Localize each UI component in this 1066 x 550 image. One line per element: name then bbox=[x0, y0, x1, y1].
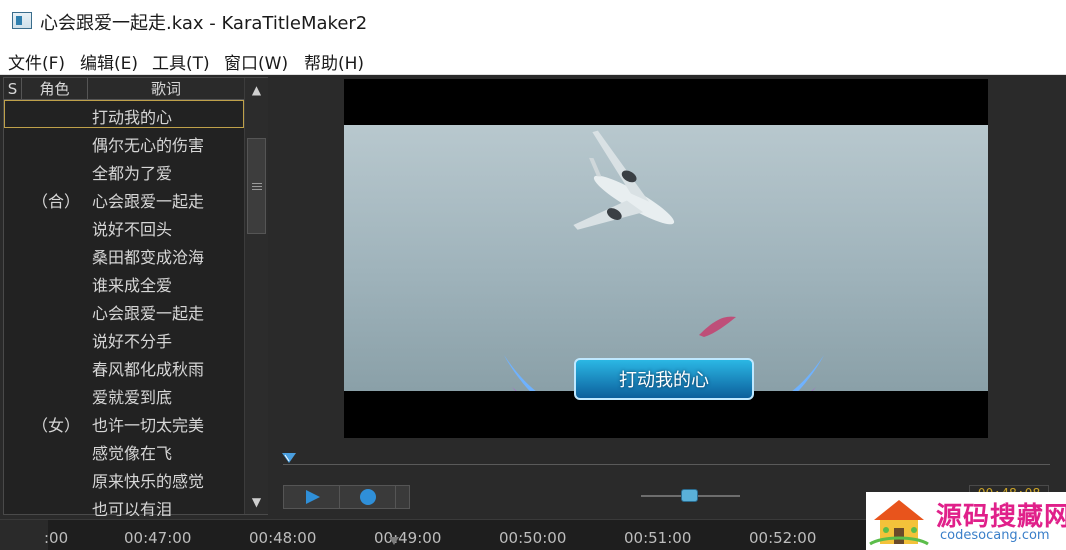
grip-icon bbox=[252, 183, 262, 184]
video-preview: 打动我的心 bbox=[344, 79, 988, 438]
timeline-track[interactable] bbox=[283, 464, 1050, 465]
lyric-row[interactable]: 也可以有泪 bbox=[4, 492, 244, 516]
volume-slider-knob[interactable] bbox=[681, 489, 698, 502]
lyric-row[interactable]: 说好不回头 bbox=[4, 212, 244, 240]
lyric-text: 打动我的心 bbox=[92, 108, 173, 127]
column-s[interactable]: S bbox=[4, 78, 22, 100]
tick-label: 00:51:00 bbox=[624, 529, 692, 547]
menu-bar: 文件(F) 编辑(E) 工具(T) 窗口(W) 帮助(H) bbox=[0, 44, 1066, 75]
scroll-up-icon[interactable]: ▲ bbox=[245, 78, 268, 102]
lyric-role: （女） bbox=[31, 416, 80, 435]
menu-file[interactable]: 文件(F) bbox=[8, 49, 65, 74]
lyric-text: 偶尔无心的伤害 bbox=[92, 136, 205, 155]
lyric-list: 打动我的心偶尔无心的伤害 全都为了爱 （合） 心会跟爱一起走 说好不回头桑田都变成沧海谁… bbox=[4, 100, 244, 516]
scroll-down-icon[interactable]: ▼ bbox=[245, 490, 268, 514]
watermark-url: codesocang.com bbox=[940, 528, 1050, 543]
tick-label: 00:49:00 bbox=[374, 529, 442, 547]
lyric-row[interactable]: 感觉像在飞 bbox=[4, 436, 244, 464]
lyric-row[interactable]: 爱就爱到底 bbox=[4, 380, 244, 408]
column-role[interactable]: 角色 bbox=[22, 78, 88, 100]
stop-button[interactable] bbox=[340, 486, 396, 508]
lyric-row[interactable]: 原来快乐的感觉 bbox=[4, 464, 244, 492]
window-title: 心会跟爱一起走.kax - KaraTitleMaker2 bbox=[40, 13, 368, 34]
tick-label: 00:50:00 bbox=[499, 529, 567, 547]
watermark: 源码搜藏网 codesocang.com bbox=[866, 492, 1066, 550]
lyric-text: 爱就爱到底 bbox=[92, 388, 173, 407]
video-scene bbox=[344, 125, 988, 391]
lyric-text: 全都为了爱 bbox=[92, 164, 173, 183]
tick-label: 00:47:00 bbox=[124, 529, 192, 547]
lyric-text: 说好不分手 bbox=[92, 332, 173, 351]
transport-controls bbox=[283, 485, 410, 509]
lyric-row[interactable]: （合） 心会跟爱一起走 bbox=[4, 184, 244, 212]
tick-label: 00:52:00 bbox=[749, 529, 817, 547]
lyric-row[interactable]: 心会跟爱一起走 bbox=[4, 296, 244, 324]
lyric-row[interactable]: 春风都化成秋雨 bbox=[4, 352, 244, 380]
lyric-text: 也可以有泪 bbox=[92, 500, 173, 516]
lyric-row[interactable]: 偶尔无心的伤害 bbox=[4, 128, 244, 156]
title-bar: 心会跟爱一起走.kax - KaraTitleMaker2 bbox=[0, 0, 1066, 44]
karaoke-caption: 打动我的心 bbox=[574, 358, 754, 400]
lyric-text: 谁来成全爱 bbox=[92, 276, 173, 295]
lyric-text: 原来快乐的感觉 bbox=[92, 472, 205, 491]
menu-help[interactable]: 帮助(H) bbox=[304, 49, 364, 74]
lyric-text: 说好不回头 bbox=[92, 220, 173, 239]
lyric-role: （合） bbox=[31, 192, 80, 211]
scroll-thumb[interactable] bbox=[247, 138, 266, 234]
lyric-row[interactable]: （女） 也许一切太完美 bbox=[4, 408, 244, 436]
lyric-row[interactable]: 谁来成全爱 bbox=[4, 268, 244, 296]
lyric-text: 春风都化成秋雨 bbox=[92, 360, 205, 379]
column-lyric[interactable]: 歌词 bbox=[88, 78, 244, 100]
timeline-marker-icon[interactable] bbox=[281, 450, 299, 464]
tick-label: :00 bbox=[44, 529, 69, 547]
lyrics-panel: S 角色 歌词 打动我的心偶尔无心的伤害 全都为了爱 （合） 心会跟爱一起走 说好不回头… bbox=[3, 77, 268, 516]
playhead-icon[interactable] bbox=[389, 537, 399, 545]
app-icon bbox=[12, 12, 32, 29]
lyric-text: 心会跟爱一起走 bbox=[92, 192, 205, 211]
lyric-row[interactable]: 桑田都变成沧海 bbox=[4, 240, 244, 268]
lyric-row[interactable]: 打动我的心 bbox=[4, 100, 244, 128]
lyric-text: 感觉像在飞 bbox=[92, 444, 173, 463]
ruler-left-panel bbox=[0, 520, 48, 550]
lyric-row[interactable]: 说好不分手 bbox=[4, 324, 244, 352]
stop-icon bbox=[360, 489, 376, 505]
play-icon bbox=[306, 490, 320, 504]
lyrics-header: S 角色 歌词 bbox=[4, 78, 244, 100]
transport-extra-button[interactable] bbox=[396, 486, 410, 508]
lyrics-scrollbar[interactable]: ▲ ▼ bbox=[244, 78, 268, 514]
lyric-text: 桑田都变成沧海 bbox=[92, 248, 205, 267]
menu-tools[interactable]: 工具(T) bbox=[152, 49, 210, 74]
airplane-image bbox=[504, 130, 824, 391]
menu-window[interactable]: 窗口(W) bbox=[224, 49, 288, 74]
menu-edit[interactable]: 编辑(E) bbox=[80, 49, 138, 74]
tick-label: 00:48:00 bbox=[249, 529, 317, 547]
lyric-text: 心会跟爱一起走 bbox=[92, 304, 205, 323]
lyric-text: 也许一切太完美 bbox=[92, 416, 205, 435]
play-button[interactable] bbox=[284, 486, 340, 508]
house-logo-icon bbox=[869, 500, 929, 546]
lyric-row[interactable]: 全都为了爱 bbox=[4, 156, 244, 184]
